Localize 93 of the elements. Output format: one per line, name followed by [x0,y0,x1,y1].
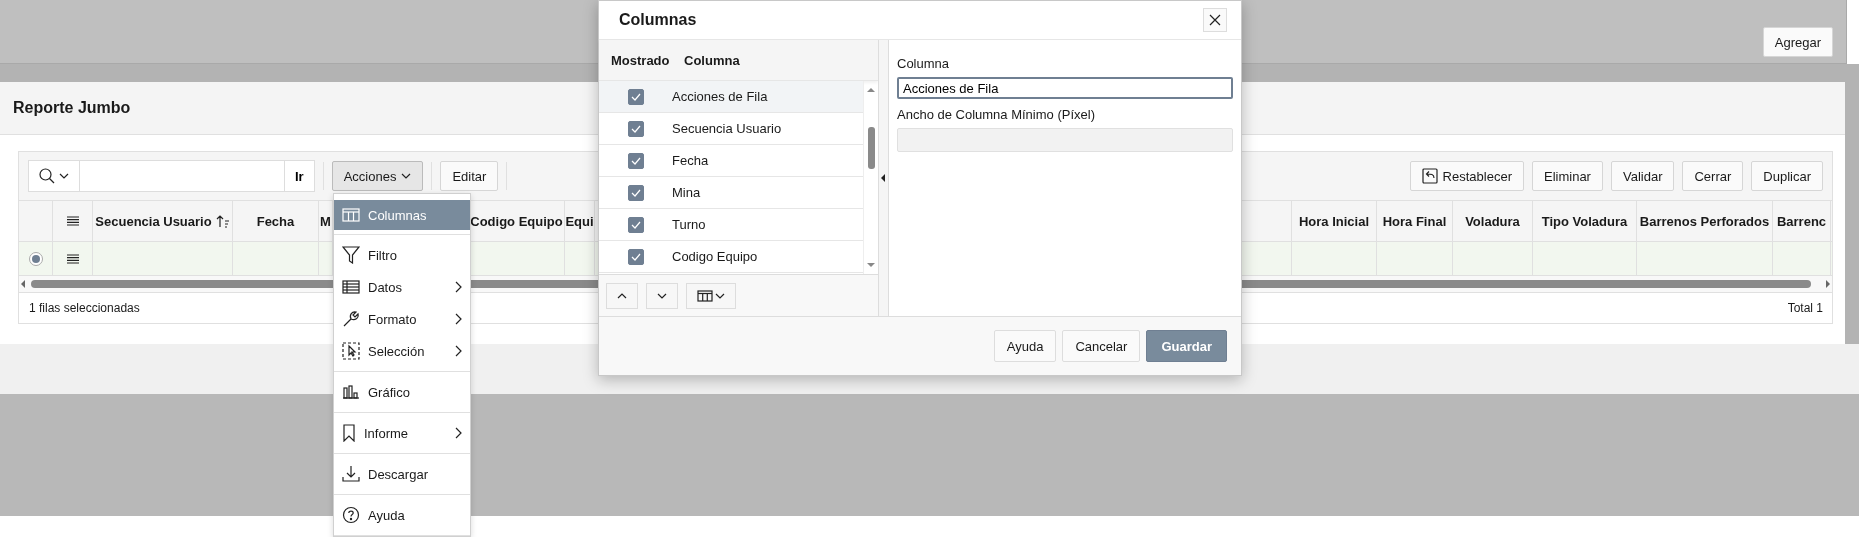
scroll-up-icon [866,87,876,93]
menu-icon [66,216,79,226]
menu-item[interactable]: Gráfico [334,376,470,408]
menu-item[interactable]: Informe [334,417,470,449]
check-icon [630,188,641,197]
selection-icon [342,342,360,360]
chevron-right-icon [455,281,462,293]
column-header[interactable]: Fecha [256,213,295,229]
scroll-right-icon [1824,279,1832,289]
dialog-button[interactable]: Ayuda [993,330,1057,362]
dialog-button[interactable]: Cancelar [1062,330,1141,362]
column-header[interactable]: M [320,213,331,229]
chevron-down-icon [401,173,412,179]
table-icon [342,280,360,294]
field-label: Columna [897,56,951,71]
text-field[interactable]: Acciones de Fila [897,77,1233,99]
sort-ascending-icon [215,214,230,228]
add-button[interactable]: Agregar [1762,27,1833,57]
column-header[interactable]: Codigo Equipo [470,213,563,229]
reset-icon [1421,168,1438,184]
bar-chart-icon [342,385,360,399]
check-icon [630,220,641,229]
column-name[interactable]: Turno [672,217,706,232]
checkbox[interactable] [627,184,644,201]
wrench-icon [342,310,360,328]
edit-button[interactable]: Editar [440,161,499,191]
column-header[interactable]: Secuencia Usuario [95,213,212,229]
column-header[interactable]: Barrenos Perforados [1639,213,1770,229]
search-field[interactable]: Ir [28,160,315,192]
row-radio[interactable] [28,251,43,266]
list-header: Columna [684,52,740,68]
columns-menu-button[interactable] [686,282,736,309]
chevron-down-icon [59,173,69,179]
toolbar-button[interactable]: Duplicar [1751,161,1823,191]
close-button[interactable] [1203,8,1227,32]
field-label: Ancho de Columna Mínimo (Píxel) [897,107,1096,122]
chevron-down-icon [715,292,725,299]
total-count: Total 1 [1787,301,1823,315]
list-header: Mostrado [610,52,671,68]
column-name[interactable]: Mina [672,185,701,200]
bookmark-icon [342,424,356,442]
check-icon [630,252,641,261]
menu-item[interactable]: Datos [334,271,470,303]
chevron-up-icon [617,292,627,299]
menu-item[interactable]: Filtro [334,239,470,271]
menu-item[interactable]: Ayuda [334,499,470,531]
row-menu-icon [66,253,79,264]
columns-icon [342,208,360,222]
scrollbar-thumb[interactable] [867,126,875,169]
checkbox[interactable] [627,88,644,105]
column-header[interactable]: Hora Final [1382,213,1447,229]
collapse-icon [881,174,886,182]
toolbar-button[interactable]: Eliminar [1532,161,1603,191]
help-icon [342,506,360,524]
menu-item[interactable]: Columnas [334,200,470,230]
column-header[interactable]: Barrenc [1776,213,1827,229]
dialog-button[interactable]: Guardar [1146,330,1227,362]
column-header[interactable]: Equi [565,213,594,229]
search-icon [39,168,55,184]
toolbar-button[interactable]: Validar [1610,161,1675,191]
checkbox[interactable] [627,152,644,169]
column-header[interactable]: Tipo Voladura [1541,213,1628,229]
filter-icon [342,246,360,264]
check-icon [630,156,641,165]
checkbox[interactable] [627,248,644,265]
column-name[interactable]: Fecha [672,153,709,168]
actions-button[interactable]: Acciones [331,161,424,191]
dialog-title: Columnas [619,11,697,29]
chevron-right-icon [455,345,462,357]
download-icon [342,465,360,483]
toolbar-button[interactable]: Restablecer [1409,161,1524,191]
menu-item[interactable]: Formato [334,303,470,335]
check-icon [630,92,641,101]
column-name[interactable]: Codigo Equipo [672,249,758,264]
column-name[interactable]: Secuencia Usuario [672,121,782,136]
chevron-right-icon [455,427,462,439]
chevron-right-icon [455,313,462,325]
columns-icon [697,289,713,302]
checkbox[interactable] [627,120,644,137]
column-header[interactable]: Hora Inicial [1298,213,1370,229]
region-title: Reporte Jumbo [13,99,131,117]
close-icon [1209,14,1221,26]
menu-item[interactable]: Selección [334,335,470,367]
toolbar-button[interactable]: Cerrar [1682,161,1744,191]
scroll-left-icon [19,279,27,289]
checkbox[interactable] [627,216,644,233]
check-icon [630,124,641,133]
column-header[interactable]: Voladura [1465,213,1520,229]
selection-count: 1 filas seleccionadas [29,301,140,315]
scroll-down-icon [866,262,876,268]
menu-item[interactable]: Descargar [334,458,470,490]
chevron-down-icon [657,292,667,299]
column-name[interactable]: Acciones de Fila [672,89,768,104]
